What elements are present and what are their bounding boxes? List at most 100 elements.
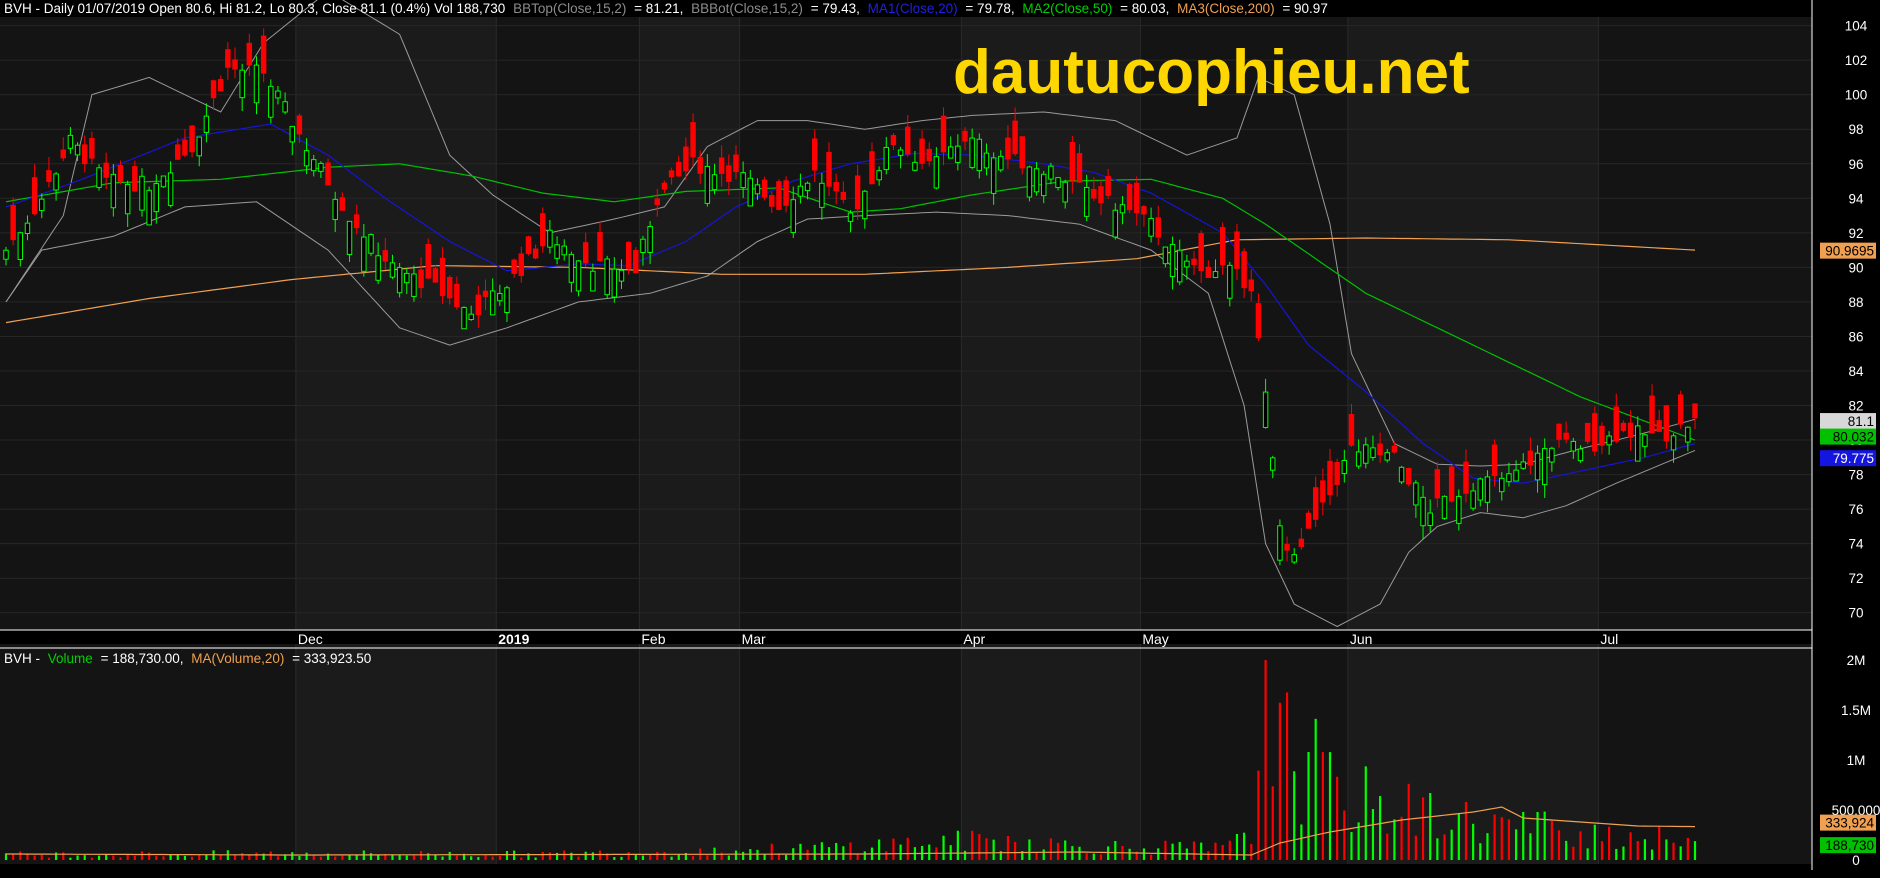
candle-body <box>511 259 517 274</box>
candle-body <box>89 138 95 159</box>
candle-body <box>1262 391 1269 428</box>
candle-body <box>1019 136 1025 169</box>
candle-body <box>611 268 618 298</box>
candle-body <box>554 244 560 259</box>
watermark: dautucophieu.net <box>953 38 1470 107</box>
candle-body <box>582 242 589 264</box>
candle-body <box>468 313 474 321</box>
candle-body <box>1005 137 1011 160</box>
volume-value: = 188,730.00, <box>101 651 184 666</box>
candle-body <box>869 151 875 185</box>
candle-body <box>1649 395 1655 434</box>
candle-body <box>1012 120 1018 155</box>
candle-body <box>1670 435 1677 451</box>
candle-body <box>933 156 940 189</box>
month-label: 2019 <box>498 631 529 647</box>
candle-body <box>540 213 546 247</box>
month-label: Apr <box>963 631 985 647</box>
candle-body <box>926 148 932 162</box>
candle-body <box>1062 181 1068 203</box>
candle-body <box>1284 544 1290 551</box>
candle-body <box>210 80 217 99</box>
candle-body <box>1363 444 1369 464</box>
candle-body <box>890 135 897 146</box>
candle-body <box>418 269 424 289</box>
candle-body <box>1491 444 1498 477</box>
candle-body <box>1448 466 1455 502</box>
price-tick-label: 86 <box>1848 329 1863 344</box>
candle <box>461 306 467 330</box>
price-tick-label: 104 <box>1845 19 1868 34</box>
volume-badge-text: 188,730 <box>1825 838 1874 853</box>
candle-body <box>1327 460 1333 496</box>
candle <box>1441 495 1448 520</box>
candle-body <box>597 231 603 262</box>
candle-body <box>1377 443 1383 456</box>
candle-body <box>1241 251 1247 289</box>
candle-body <box>389 262 396 278</box>
candle-body <box>983 152 990 169</box>
candle <box>396 262 403 298</box>
candle-body <box>260 35 267 74</box>
candle-body <box>769 195 775 207</box>
price-tick-label: 92 <box>1848 226 1863 241</box>
candle-body <box>239 69 245 99</box>
candle-body <box>1348 414 1355 446</box>
volume-ma-value: = 333,923.50 <box>292 651 371 666</box>
month-band <box>0 17 296 630</box>
candle-body <box>404 272 410 284</box>
candle <box>776 179 782 211</box>
value-badge: 90.9695 <box>1820 242 1876 259</box>
candle-body <box>1191 258 1197 265</box>
candle-body <box>811 138 818 171</box>
month-band <box>961 17 1141 630</box>
candle-body <box>1434 469 1441 499</box>
candle-body <box>289 125 295 143</box>
candle-body <box>1270 457 1276 471</box>
candle-body <box>117 165 124 182</box>
candle-body <box>1227 264 1233 299</box>
volume-badge: 333,924 <box>1820 814 1876 831</box>
month-band <box>0 644 296 864</box>
value-badge-text: 79.775 <box>1833 451 1874 466</box>
candle-body <box>1176 249 1183 283</box>
candle-body <box>189 125 195 153</box>
candle-body <box>482 290 489 297</box>
candle-body <box>575 260 582 292</box>
candle-body <box>31 177 38 215</box>
candle-body <box>1541 448 1548 485</box>
candle-body <box>1219 226 1226 266</box>
candle-body <box>497 292 503 302</box>
price-tick-label: 74 <box>1848 537 1864 552</box>
candle-body <box>46 170 52 182</box>
candle-body <box>668 170 675 178</box>
value-badge: 81.1 <box>1820 413 1876 430</box>
candle-body <box>761 179 768 198</box>
candle-body <box>1341 459 1348 474</box>
candle-body <box>697 156 703 174</box>
volume-tick-label: 1.5M <box>1841 703 1871 718</box>
candle-body <box>1141 206 1147 215</box>
candle <box>146 186 152 226</box>
candle-body <box>332 198 338 221</box>
candle-body <box>912 161 918 171</box>
volume-tick-label: 1M <box>1847 753 1866 768</box>
candle-body <box>296 115 303 135</box>
candle-body <box>1148 217 1154 237</box>
month-band <box>1140 17 1348 630</box>
candle-body <box>1506 473 1512 483</box>
candle-body <box>1584 422 1591 442</box>
candle <box>525 235 532 256</box>
candle <box>1305 510 1312 529</box>
candle-body <box>840 191 847 200</box>
price-tick-label: 88 <box>1848 295 1863 310</box>
candle-body <box>1112 209 1119 238</box>
candle-body <box>1355 451 1362 467</box>
candle-body <box>303 150 310 167</box>
volume-ma-label: MA(Volume,20) <box>191 651 284 666</box>
candle <box>1406 467 1412 487</box>
candle-body <box>833 182 839 192</box>
candle-body <box>1692 403 1698 419</box>
candle-body <box>1534 452 1541 481</box>
bbtop-label: BBTop(Close,15,2) <box>513 1 626 16</box>
